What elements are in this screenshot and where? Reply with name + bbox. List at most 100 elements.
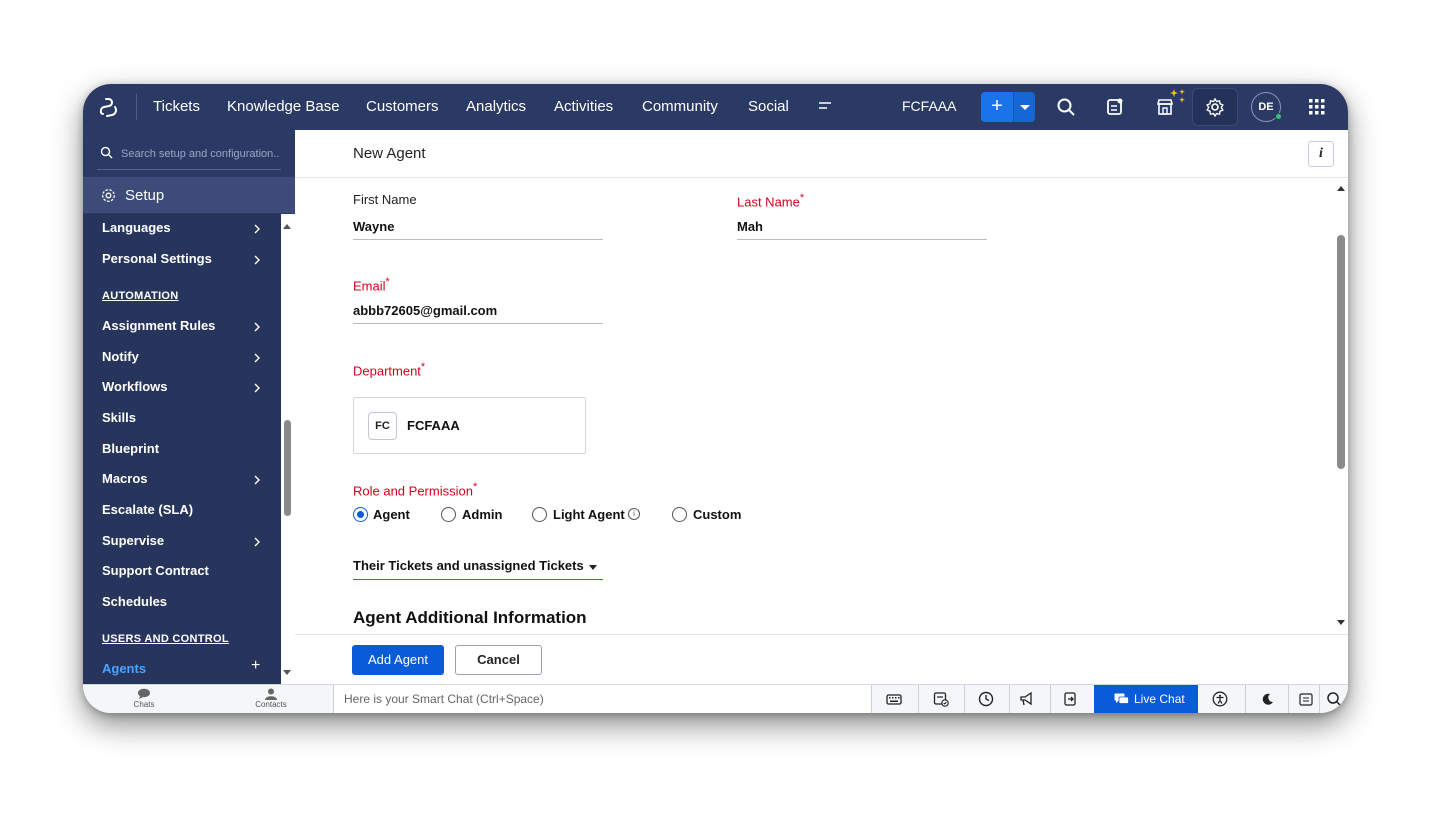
role-custom-label[interactable]: Custom [693, 507, 741, 522]
info-button[interactable]: i [1308, 141, 1334, 167]
role-admin-label[interactable]: Admin [462, 507, 502, 522]
sidebar-item-agents[interactable]: Agents [102, 661, 146, 676]
zoho-desk-logo-icon[interactable] [97, 94, 123, 120]
email-field[interactable]: abbb72605@gmail.com [353, 303, 497, 318]
required-mark: * [385, 276, 390, 288]
tab-knowledge-base[interactable]: Knowledge Base [227, 98, 340, 115]
setup-search-input[interactable]: Search setup and configuration.. [97, 140, 281, 170]
online-status-indicator [1275, 113, 1282, 120]
page-title: New Agent [353, 145, 426, 162]
chevron-right-icon[interactable] [253, 383, 261, 393]
email-underline [353, 323, 603, 324]
live-chat-button[interactable]: Live Chat [1094, 685, 1198, 713]
scroll-up-icon[interactable] [283, 224, 291, 229]
sidebar-item-languages[interactable]: Languages [102, 220, 171, 235]
role-agent-radio[interactable] [353, 507, 368, 522]
sidebar-item-personal-settings[interactable]: Personal Settings [102, 251, 212, 266]
settings-button[interactable] [1192, 88, 1238, 126]
required-mark: * [420, 361, 426, 373]
scrollbar-thumb[interactable] [284, 420, 291, 516]
users-control-section-title: USERS AND CONTROL [102, 633, 229, 645]
role-permission-label: Role and Permission* [353, 481, 478, 499]
app-grid-icon[interactable] [1305, 95, 1329, 119]
search-icon[interactable] [1054, 95, 1078, 119]
ticket-check-icon[interactable] [933, 691, 949, 707]
role-light-agent-label[interactable]: Light Agent [553, 507, 625, 522]
dark-mode-icon[interactable] [1260, 691, 1276, 707]
chevron-right-icon[interactable] [253, 322, 261, 332]
required-mark: * [472, 481, 478, 493]
nav-divider [136, 94, 137, 120]
scrollbar-thumb[interactable] [1337, 235, 1345, 469]
app-window: Tickets Knowledge Base Customers Analyti… [83, 84, 1348, 713]
role-admin-radio[interactable] [441, 507, 456, 522]
tab-customers[interactable]: Customers [366, 98, 439, 115]
form-scrollbar[interactable] [1332, 178, 1348, 636]
light-agent-info-icon[interactable]: i [628, 508, 640, 520]
last-name-label: Last Name* [737, 192, 805, 210]
gear-icon [1206, 97, 1224, 117]
setup-label: Setup [125, 187, 165, 204]
quick-add-button[interactable]: + [981, 92, 1013, 122]
scroll-down-icon[interactable] [1337, 620, 1345, 625]
sidebar-item-macros[interactable]: Macros [102, 471, 148, 486]
search-icon[interactable] [1326, 691, 1342, 707]
tab-community[interactable]: Community [642, 98, 718, 115]
add-agent-plus-button[interactable]: + [251, 657, 260, 675]
chevron-down-icon [589, 565, 597, 570]
tab-analytics[interactable]: Analytics [466, 98, 526, 115]
department-name: FCFAAA [407, 418, 460, 433]
chats-tab[interactable]: Chats [114, 687, 174, 709]
keyboard-icon[interactable] [886, 691, 902, 707]
last-name-field[interactable]: Mah [737, 219, 763, 234]
sidebar-item-schedules[interactable]: Schedules [102, 594, 167, 609]
tab-tickets[interactable]: Tickets [153, 98, 200, 115]
sidebar-item-blueprint[interactable]: Blueprint [102, 441, 159, 456]
automation-section-title: AUTOMATION [102, 290, 179, 302]
sign-out-icon[interactable] [1062, 691, 1078, 707]
scroll-down-icon[interactable] [283, 670, 291, 675]
cancel-button[interactable]: Cancel [455, 645, 542, 675]
role-light-agent-radio[interactable] [532, 507, 547, 522]
sidebar-item-supervise[interactable]: Supervise [102, 533, 164, 548]
notes-icon[interactable] [1103, 95, 1127, 119]
tab-activities[interactable]: Activities [554, 98, 613, 115]
ticket-access-dropdown[interactable]: Their Tickets and unassigned Tickets [353, 554, 603, 580]
divider [1009, 685, 1010, 713]
chevron-right-icon[interactable] [253, 353, 261, 363]
scroll-up-icon[interactable] [1337, 186, 1345, 191]
clock-icon[interactable] [978, 691, 994, 707]
first-name-field[interactable]: Wayne [353, 219, 394, 234]
announcement-icon[interactable] [1298, 691, 1314, 707]
chevron-right-icon[interactable] [253, 255, 261, 265]
accessibility-icon[interactable] [1212, 691, 1228, 707]
chevron-right-icon[interactable] [253, 537, 261, 547]
sidebar-scrollbar[interactable] [281, 214, 295, 684]
divider [1319, 685, 1320, 713]
contacts-tab[interactable]: Contacts [241, 687, 301, 709]
megaphone-icon[interactable] [1019, 691, 1035, 707]
sidebar-item-escalate-sla[interactable]: Escalate (SLA) [102, 502, 193, 517]
sidebar-item-assignment-rules[interactable]: Assignment Rules [102, 318, 215, 333]
setup-home-link[interactable]: Setup [83, 177, 295, 213]
sidebar-item-skills[interactable]: Skills [102, 410, 136, 425]
department-selector[interactable]: FC FCFAAA [353, 397, 586, 454]
role-agent-label[interactable]: Agent [373, 507, 410, 522]
sidebar-item-support-contract[interactable]: Support Contract [102, 563, 209, 578]
sidebar-item-workflows[interactable]: Workflows [102, 379, 168, 394]
chevron-right-icon[interactable] [253, 475, 261, 485]
tab-social[interactable]: Social [748, 98, 789, 115]
more-tabs-icon[interactable] [817, 99, 833, 113]
smart-chat-input[interactable]: Here is your Smart Chat (Ctrl+Space) [333, 685, 871, 713]
quick-add-dropdown-icon[interactable] [1013, 92, 1035, 122]
chevron-right-icon[interactable] [253, 224, 261, 234]
chats-label: Chats [133, 700, 155, 709]
person-icon [265, 688, 277, 700]
org-switcher[interactable]: FCFAAA [902, 98, 956, 114]
sidebar-item-notify[interactable]: Notify [102, 349, 139, 364]
required-mark: * [799, 192, 805, 204]
add-agent-button[interactable]: Add Agent [352, 645, 444, 675]
role-custom-radio[interactable] [672, 507, 687, 522]
form-header: New Agent i [295, 130, 1348, 178]
setup-sidebar: Search setup and configuration.. Setup L… [83, 130, 295, 684]
